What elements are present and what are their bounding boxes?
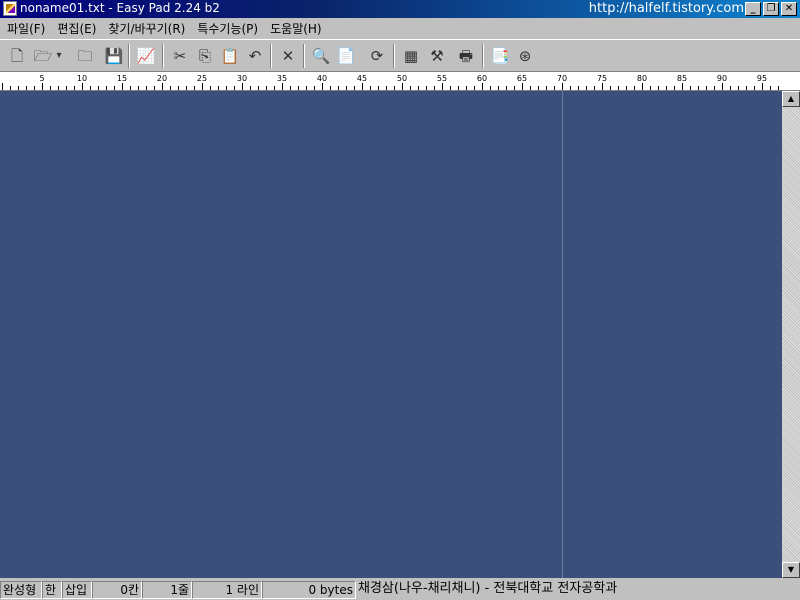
refresh-icon[interactable]: ⟳ (366, 45, 388, 67)
text-editor[interactable] (0, 91, 782, 578)
close-icon[interactable]: ✕ (277, 45, 299, 67)
scissors-icon[interactable]: ✂ (169, 45, 191, 67)
menu-help[interactable]: 도움말(H) (264, 20, 328, 37)
menu-find-replace[interactable]: 찾기/바꾸기(R) (102, 20, 191, 37)
window-title: noname01.txt - Easy Pad 2.24 b2 (20, 1, 220, 15)
tools-icon[interactable]: ⚒ (426, 45, 448, 67)
menu-edit[interactable]: 편집(E) (51, 20, 102, 37)
floppy-disk-icon[interactable]: 💾 (103, 45, 125, 67)
ruler-label: 25 (197, 74, 207, 83)
status-language[interactable]: 한 (42, 581, 62, 599)
magnifier-icon[interactable]: 🔍 (310, 45, 332, 67)
toolbar-separator (303, 44, 305, 68)
menu-file[interactable]: 파일(F) (0, 20, 51, 37)
copy-icon[interactable]: ⎘ (194, 45, 216, 67)
ruler-label: 15 (117, 74, 127, 83)
ruler-label: 50 (397, 74, 407, 83)
title-bar[interactable]: noname01.txt - Easy Pad 2.24 b2 http://h… (0, 0, 800, 18)
status-bytes: 0 bytes (262, 581, 356, 599)
chevron-down-icon[interactable]: ▾ (52, 45, 66, 67)
menu-bar: 파일(F) 편집(E) 찾기/바꾸기(R) 특수기능(P) 도움말(H) (0, 18, 800, 38)
chart-icon[interactable]: 📈 (135, 45, 157, 67)
book-icon[interactable]: ▦ (400, 45, 422, 67)
ruler-label: 35 (277, 74, 287, 83)
ruler-label: 95 (757, 74, 767, 83)
toolbar-separator (162, 44, 164, 68)
ruler-label: 30 (237, 74, 247, 83)
app-icon[interactable] (3, 1, 17, 16)
ruler-label: 90 (717, 74, 727, 83)
ruler-label: 85 (677, 74, 687, 83)
ruler-ticks: 5 10 15 20 25 30 35 40 45 50 55 60 65 70 75 80 85 90 95 (2, 74, 779, 90)
printer-icon[interactable]: 🖶 (455, 45, 477, 67)
restore-button[interactable]: ❐ (763, 2, 779, 16)
ruler-label: 40 (317, 74, 327, 83)
paste-icon[interactable]: 📋 (219, 45, 241, 67)
help-document-icon[interactable]: 📑 (489, 45, 511, 67)
new-document-icon[interactable]: 🗋 (6, 45, 28, 67)
author-credit: 채경삼(나우-채리채니) - 전북대학교 전자공학과 (358, 581, 618, 596)
vertical-scrollbar[interactable]: ▲ ▼ (782, 91, 800, 578)
status-bar: 완성형 한 삽입 0칸 1줄 1 라인 0 bytes 채경삼(나우-채리채니)… (0, 579, 800, 600)
ruler-label: 55 (437, 74, 447, 83)
minimize-button[interactable]: _ (745, 2, 761, 16)
ruler-label: 65 (517, 74, 527, 83)
status-input-mode[interactable]: 완성형 (0, 581, 42, 599)
ruler-label: 20 (157, 74, 167, 83)
toolbar-separator (128, 44, 130, 68)
right-margin-line (562, 91, 563, 578)
clipboard-icon[interactable]: 📄 (335, 45, 357, 67)
ruler-label: 60 (477, 74, 487, 83)
scroll-up-button[interactable]: ▲ (782, 91, 800, 107)
status-lines: 1 라인 (192, 581, 262, 599)
toolbar-separator (482, 44, 484, 68)
scroll-down-button[interactable]: ▼ (782, 562, 800, 578)
website-url: http://halfelf.tistory.com (588, 1, 744, 16)
status-column: 0칸 (92, 581, 142, 599)
toolbar-separator (393, 44, 395, 68)
globe-icon[interactable]: ⊛ (514, 45, 536, 67)
ruler-label: 75 (597, 74, 607, 83)
ruler-label: 70 (557, 74, 567, 83)
status-insert-mode[interactable]: 삽입 (62, 581, 92, 599)
ruler[interactable]: 5 10 15 20 25 30 35 40 45 50 55 60 65 70 75 80 85 90 95 (0, 71, 800, 91)
ruler-label: 5 (39, 74, 44, 83)
ruler-label: 45 (357, 74, 367, 83)
folder-open-icon[interactable]: 🗁 (32, 45, 54, 67)
status-row: 1줄 (142, 581, 192, 599)
toolbar-separator (270, 44, 272, 68)
toolbar: 🗋 🗁 ▾ 🗀 💾 📈 ✂ ⎘ 📋 ↶ ✕ 🔍 📄 ⟳ ▦ ⚒ 🖶 📑 ⊛ (0, 39, 800, 71)
folder-save-icon[interactable]: 🗀 (74, 45, 96, 67)
menu-special[interactable]: 특수기능(P) (191, 20, 264, 37)
ruler-label: 10 (77, 74, 87, 83)
close-button[interactable]: ✕ (781, 2, 797, 16)
undo-icon[interactable]: ↶ (244, 45, 266, 67)
ruler-label: 80 (637, 74, 647, 83)
